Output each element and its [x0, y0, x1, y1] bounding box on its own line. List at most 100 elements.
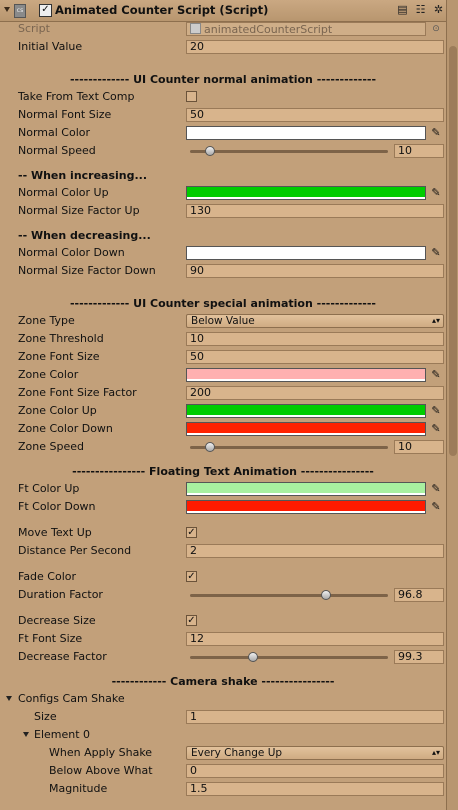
- distance-field[interactable]: 2: [186, 544, 444, 558]
- eyedropper-icon[interactable]: ✎: [430, 246, 442, 260]
- ft-color-down-label: Ft Color Down: [18, 500, 96, 513]
- component-enabled-checkbox[interactable]: ✓: [39, 4, 52, 17]
- normal-size-down-row: Normal Size Factor Down 90: [0, 262, 446, 280]
- eyedropper-icon[interactable]: ✎: [430, 368, 442, 382]
- configs-cam-shake-row[interactable]: Configs Cam Shake: [0, 690, 446, 708]
- normal-speed-thumb[interactable]: [204, 146, 215, 156]
- normal-speed-row: Normal Speed 10: [0, 142, 446, 160]
- sliders-icon[interactable]: ☷: [414, 3, 427, 16]
- move-text-up-checkbox[interactable]: ✓: [186, 527, 197, 538]
- normal-speed-track[interactable]: [190, 150, 388, 153]
- eyedropper-icon[interactable]: ✎: [430, 186, 442, 200]
- element-0-row[interactable]: Element 0: [0, 726, 446, 744]
- vertical-scrollbar[interactable]: [446, 0, 458, 810]
- duration-factor-track[interactable]: [190, 594, 388, 597]
- zone-font-factor-field[interactable]: 200: [186, 386, 444, 400]
- zone-speed-track[interactable]: [190, 446, 388, 449]
- gear-icon[interactable]: ✲: [432, 3, 445, 16]
- decrease-factor-track[interactable]: [190, 656, 388, 659]
- normal-animation-header: ------------- UI Counter normal animatio…: [69, 73, 377, 86]
- floating-text-header: ---------------- Floating Text Animation…: [72, 465, 374, 478]
- component-header[interactable]: cs ✓ Animated Counter Script (Script) ▤ …: [0, 0, 446, 22]
- decrease-factor-thumb[interactable]: [248, 652, 259, 662]
- component-title: Animated Counter Script (Script): [55, 3, 269, 17]
- below-above-field[interactable]: 0: [186, 764, 444, 778]
- magnitude-field[interactable]: 1.5: [186, 782, 444, 796]
- move-text-up-row: Move Text Up ✓: [0, 524, 446, 542]
- normal-size-up-field[interactable]: 130: [186, 204, 444, 218]
- eyedropper-icon[interactable]: ✎: [430, 482, 442, 496]
- normal-color-up-swatch[interactable]: [186, 186, 426, 200]
- zone-color-up-swatch[interactable]: [186, 404, 426, 418]
- zone-speed-value[interactable]: 10: [394, 440, 444, 454]
- script-label: Script: [18, 22, 50, 35]
- take-from-text-label: Take From Text Comp: [18, 90, 135, 103]
- ft-color-down-row: Ft Color Down ✎: [0, 498, 446, 516]
- zone-threshold-field[interactable]: 10: [186, 332, 444, 346]
- zone-color-down-label: Zone Color Down: [18, 422, 113, 435]
- ft-color-up-row: Ft Color Up ✎: [0, 480, 446, 498]
- take-from-text-row: Take From Text Comp: [0, 88, 446, 106]
- fade-color-checkbox[interactable]: ✓: [186, 571, 197, 582]
- decrease-size-checkbox[interactable]: ✓: [186, 615, 197, 626]
- scrollbar-thumb[interactable]: [449, 46, 457, 456]
- ft-color-down-swatch[interactable]: [186, 500, 426, 514]
- magnitude-label: Magnitude: [49, 782, 108, 795]
- script-value: animatedCounterScript: [204, 23, 333, 36]
- decrease-factor-label: Decrease Factor: [18, 650, 107, 663]
- zone-font-size-field[interactable]: 50: [186, 350, 444, 364]
- distance-row: Distance Per Second 2: [0, 542, 446, 560]
- zone-color-row: Zone Color ✎: [0, 366, 446, 384]
- foldout-arrow-icon[interactable]: [6, 696, 12, 701]
- normal-color-swatch[interactable]: [186, 126, 426, 140]
- zone-speed-label: Zone Speed: [18, 440, 84, 453]
- normal-size-down-field[interactable]: 90: [186, 264, 444, 278]
- zone-color-up-label: Zone Color Up: [18, 404, 97, 417]
- ft-color-up-swatch[interactable]: [186, 482, 426, 496]
- zone-speed-row: Zone Speed 10: [0, 438, 446, 456]
- zone-font-factor-label: Zone Font Size Factor: [18, 386, 137, 399]
- zone-color-label: Zone Color: [18, 368, 79, 381]
- eyedropper-icon[interactable]: ✎: [430, 500, 442, 514]
- move-text-up-label: Move Text Up: [18, 526, 92, 539]
- foldout-arrow-icon[interactable]: [4, 7, 10, 12]
- ft-font-size-field[interactable]: 12: [186, 632, 444, 646]
- duration-factor-thumb[interactable]: [320, 590, 331, 600]
- foldout-arrow-icon[interactable]: [23, 732, 29, 737]
- eyedropper-icon[interactable]: ✎: [430, 422, 442, 436]
- normal-speed-value[interactable]: 10: [394, 144, 444, 158]
- script-field[interactable]: animatedCounterScript: [186, 22, 426, 36]
- camera-shake-header: ------------ Camera shake --------------…: [111, 675, 335, 688]
- array-size-field[interactable]: 1: [186, 710, 444, 724]
- decrease-factor-value[interactable]: 99.3: [394, 650, 444, 664]
- when-apply-shake-dropdown[interactable]: Every Change Up ▴▾: [186, 746, 444, 760]
- normal-color-down-row: Normal Color Down ✎: [0, 244, 446, 262]
- normal-color-label: Normal Color: [18, 126, 91, 139]
- book-icon[interactable]: ▤: [396, 3, 409, 16]
- array-size-row: Size 1: [0, 708, 446, 726]
- fade-color-label: Fade Color: [18, 570, 77, 583]
- object-picker-icon[interactable]: ⊙: [430, 22, 442, 36]
- normal-speed-label: Normal Speed: [18, 144, 96, 157]
- ft-font-size-row: Ft Font Size 12: [0, 630, 446, 648]
- duration-factor-value[interactable]: 96.8: [394, 588, 444, 602]
- normal-size-up-label: Normal Size Factor Up: [18, 204, 140, 217]
- initial-value-field[interactable]: 20: [186, 40, 444, 54]
- element-0-label: Element 0: [34, 728, 91, 741]
- zone-color-down-swatch[interactable]: [186, 422, 426, 436]
- normal-font-size-field[interactable]: 50: [186, 108, 444, 122]
- eyedropper-icon[interactable]: ✎: [430, 126, 442, 140]
- when-apply-shake-label: When Apply Shake: [49, 746, 153, 759]
- normal-size-up-row: Normal Size Factor Up 130: [0, 202, 446, 220]
- zone-color-swatch[interactable]: [186, 368, 426, 382]
- normal-color-down-label: Normal Color Down: [18, 246, 125, 259]
- normal-color-down-swatch[interactable]: [186, 246, 426, 260]
- zone-speed-thumb[interactable]: [204, 442, 215, 452]
- duration-factor-row: Duration Factor 96.8: [0, 586, 446, 604]
- special-animation-header: ------------- UI Counter special animati…: [69, 297, 376, 310]
- eyedropper-icon[interactable]: ✎: [430, 404, 442, 418]
- take-from-text-checkbox[interactable]: [186, 91, 197, 102]
- configs-cam-shake-label: Configs Cam Shake: [18, 692, 125, 705]
- zone-type-label: Zone Type: [18, 314, 75, 327]
- zone-type-dropdown[interactable]: Below Value ▴▾: [186, 314, 444, 328]
